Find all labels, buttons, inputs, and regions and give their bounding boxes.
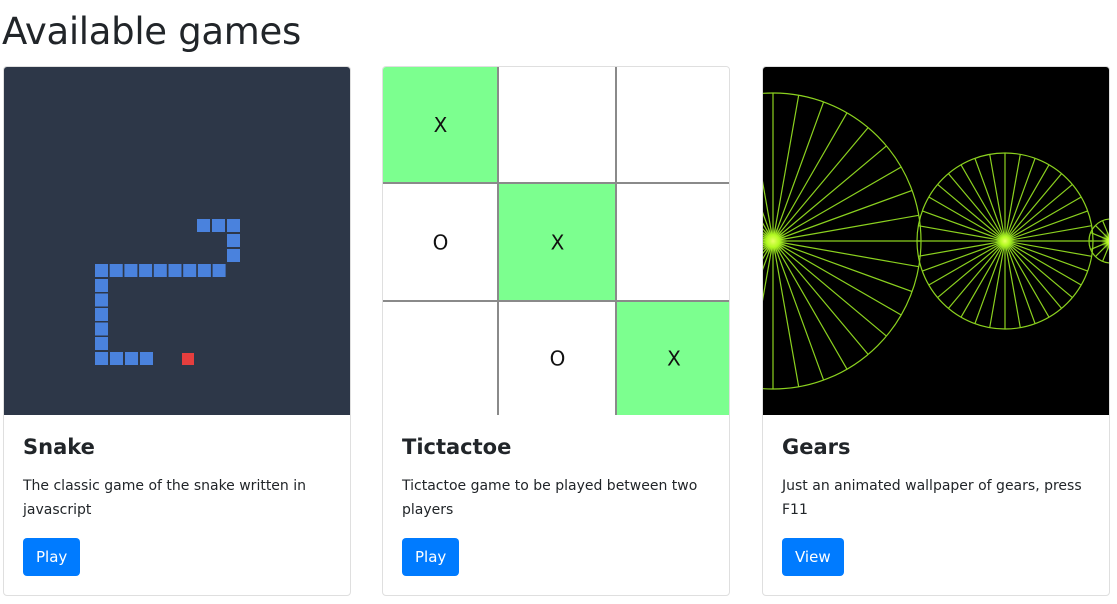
- snake-segment: [168, 264, 182, 277]
- card-title-tictactoe: Tictactoe: [402, 435, 512, 459]
- gears-preview-image: [763, 67, 1109, 415]
- snake-segment: [140, 352, 153, 365]
- snake-segment: [153, 264, 167, 277]
- gear-hub-glow: [995, 231, 1015, 251]
- game-card-snake: Snake The classic game of the snake writ…: [3, 66, 351, 596]
- snake-segment: [197, 219, 210, 232]
- board-mark: X: [551, 231, 565, 255]
- game-card-gears: Gears Just an animated wallpaper of gear…: [762, 66, 1110, 596]
- card-title-snake: Snake: [23, 435, 95, 459]
- card-title-gears: Gears: [782, 435, 851, 459]
- snake-segment: [227, 249, 240, 262]
- view-gears-button[interactable]: View: [782, 538, 844, 577]
- card-text-tictactoe: Tictactoe game to be played between two …: [402, 478, 698, 519]
- page-title: Available games: [2, 10, 301, 53]
- snake-segment: [95, 279, 108, 292]
- snake-segment: [95, 337, 108, 350]
- snake-segment: [95, 264, 108, 277]
- snake-segment: [197, 264, 211, 277]
- play-snake-button[interactable]: Play: [23, 538, 81, 577]
- board-mark: O: [550, 347, 566, 371]
- snake-segment: [95, 308, 108, 321]
- snake-segment: [110, 352, 123, 365]
- snake-segment: [183, 264, 197, 277]
- tictactoe-preview-image: X O X O X: [383, 67, 729, 415]
- snake-segment: [124, 264, 138, 277]
- snake-segment: [212, 264, 226, 277]
- board-mark: O: [433, 231, 449, 255]
- snake-segment: [109, 264, 123, 277]
- card-text-snake: The classic game of the snake written in…: [23, 478, 307, 519]
- snake-segment: [227, 219, 240, 232]
- snake-segment: [139, 264, 153, 277]
- snake-segment: [95, 352, 108, 365]
- snake-preview-image: [4, 67, 350, 415]
- card-text-gears: Just an animated wallpaper of gears, pre…: [782, 478, 1082, 519]
- snake-segment: [212, 219, 225, 232]
- snake-food: [182, 353, 194, 365]
- snake-segment: [227, 234, 240, 247]
- board-mark: X: [434, 113, 448, 137]
- board-mark: X: [667, 347, 681, 371]
- snake-segment: [125, 352, 138, 365]
- play-tictactoe-button[interactable]: Play: [402, 538, 460, 577]
- snake-segment: [95, 293, 108, 307]
- game-card-tictactoe: X O X O X Tictactoe Tictactoe game to be pla…: [382, 66, 730, 596]
- snake-segment: [95, 322, 108, 336]
